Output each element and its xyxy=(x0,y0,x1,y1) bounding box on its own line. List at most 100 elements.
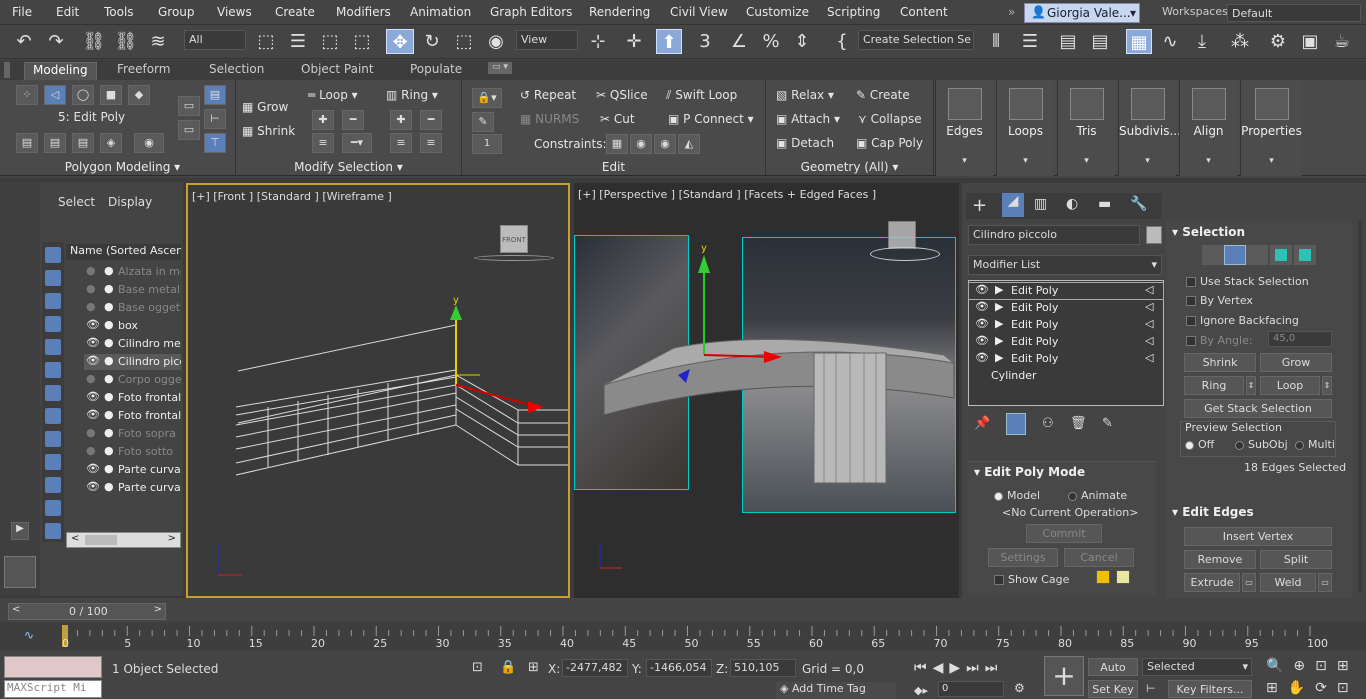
set-key-button[interactable]: Set Key xyxy=(1088,680,1138,698)
isolate-selection-icon[interactable]: ⊡ xyxy=(472,660,483,675)
menu-group[interactable]: Group xyxy=(158,5,195,19)
visibility-eye-icon[interactable]: ● xyxy=(86,264,96,277)
split-button[interactable]: Split xyxy=(1260,550,1332,569)
modifier-toggle-eye-icon[interactable]: 👁 xyxy=(975,300,989,313)
edit-poly-mode-title[interactable]: ▾ Edit Poly Mode xyxy=(974,465,1085,479)
menu-content[interactable]: Content xyxy=(900,5,948,19)
modifier-stack-item[interactable]: 👁 ▶ ◁ Edit Poly xyxy=(969,351,1163,367)
visibility-eye-icon[interactable]: 👁 xyxy=(86,318,100,331)
motion-panel-icon[interactable]: ◐ xyxy=(1066,196,1078,212)
time-next-icon[interactable]: > xyxy=(154,604,162,615)
redo-icon[interactable]: ↷ xyxy=(44,29,68,54)
display-panel-icon[interactable]: ▬ xyxy=(1098,196,1111,212)
undo-icon[interactable]: ↶ xyxy=(12,29,36,54)
edges-panel-button[interactable]: Edges ▾ xyxy=(935,80,993,176)
nurms-button[interactable]: ▦ NURMS xyxy=(520,112,579,126)
constraint-face-icon[interactable]: ◉ xyxy=(654,134,676,154)
menu-create[interactable]: Create xyxy=(275,5,315,19)
ring-mode-icon[interactable]: ≡ xyxy=(390,133,412,153)
border-level-icon[interactable] xyxy=(1246,245,1268,265)
ring-spinner-icon[interactable]: ⇕ xyxy=(1246,376,1256,395)
rendered-frame-window-icon[interactable]: ▣ xyxy=(1298,29,1322,54)
filter-containers-icon[interactable] xyxy=(45,454,61,470)
filter-cameras-icon[interactable] xyxy=(45,316,61,332)
select-object-icon[interactable]: ⬚ xyxy=(254,29,278,54)
ring-button[interactable]: ▥ Ring ▾ xyxy=(386,88,438,102)
tab-select[interactable]: Select xyxy=(58,195,95,209)
polygon-level-icon[interactable] xyxy=(1270,245,1292,265)
freeze-dot-icon[interactable]: ● xyxy=(104,462,114,475)
remove-button[interactable]: Remove xyxy=(1184,550,1256,569)
menu-scripting[interactable]: Scripting xyxy=(827,5,880,19)
utilities-panel-icon[interactable]: 🔧 xyxy=(1130,196,1147,212)
mirror-icon[interactable]: ⫴ xyxy=(984,29,1008,54)
filter-shapes-icon[interactable] xyxy=(45,270,61,286)
list-item[interactable]: ● ● Base metallo xyxy=(84,282,181,298)
polygon-icon[interactable]: ■ xyxy=(100,85,122,105)
selection-filter-dropdown[interactable]: All xyxy=(184,30,246,50)
show-end-result-icon[interactable] xyxy=(1006,413,1026,435)
preview-subobj-radio[interactable]: SubObj xyxy=(1235,438,1288,451)
visibility-eye-icon[interactable]: 👁 xyxy=(86,390,100,403)
set-key-big-icon[interactable]: + xyxy=(1044,656,1084,696)
select-rotate-icon[interactable]: ↻ xyxy=(420,29,444,54)
menu-edit[interactable]: Edit xyxy=(56,5,79,19)
edit-edges-title[interactable]: ▾ Edit Edges xyxy=(1172,505,1254,519)
make-planar-icon[interactable]: ▭ xyxy=(178,120,200,140)
freeze-dot-icon[interactable]: ● xyxy=(104,426,114,439)
filter-frozen-icon[interactable] xyxy=(45,477,61,493)
list-item[interactable]: ● ● Base oggett xyxy=(84,300,181,316)
loop-button[interactable]: Loop xyxy=(1260,376,1320,395)
constraint-none-icon[interactable]: ▦ xyxy=(606,134,628,154)
list-item[interactable]: 👁 ● Cilindro meta xyxy=(84,336,181,352)
model-radio[interactable]: Model xyxy=(994,489,1040,502)
vertex-level-icon[interactable] xyxy=(1202,245,1224,265)
swift-loop-button[interactable]: ⫽ Swift Loop xyxy=(666,88,737,103)
ribbon-options-icon[interactable]: ▭ ▾ xyxy=(488,62,512,74)
modifier-stack-item[interactable]: Cylinder xyxy=(969,368,1163,384)
align-panel-button[interactable]: Align ▾ xyxy=(1179,80,1237,176)
menu-file[interactable]: File xyxy=(12,5,32,19)
remove-modifier-icon[interactable]: 🗑 xyxy=(1070,416,1087,431)
constraint-normal-icon[interactable]: ◭ xyxy=(678,134,700,154)
visibility-eye-icon[interactable]: 👁 xyxy=(86,354,100,367)
filter-groups-icon[interactable] xyxy=(45,385,61,401)
expand-arrow-icon[interactable]: ▶ xyxy=(995,317,1003,330)
time-configuration-icon[interactable]: ⚙ xyxy=(1014,681,1025,695)
preserve-uvs-icon[interactable]: ▭ xyxy=(178,96,200,116)
loop-mode-icon[interactable]: ≡ xyxy=(312,133,334,153)
insert-vertex-button[interactable]: Insert Vertex xyxy=(1184,527,1332,546)
panel-scrollbar[interactable] xyxy=(1358,221,1362,591)
filter-spacewarps-icon[interactable] xyxy=(45,362,61,378)
by-vertex-checkbox[interactable]: By Vertex xyxy=(1186,294,1253,307)
current-frame-field[interactable]: 0 xyxy=(938,681,1004,697)
schematic-view-icon[interactable]: ⤓ xyxy=(1190,29,1214,54)
menu-animation[interactable]: Animation xyxy=(410,5,471,19)
render-production-icon[interactable]: ☕ xyxy=(1330,29,1354,54)
tab-selection[interactable]: Selection xyxy=(209,62,264,76)
visibility-eye-icon[interactable]: 👁 xyxy=(86,336,100,349)
key-filters-icon[interactable]: ⊢ xyxy=(1146,682,1156,695)
ignore-backfacing-icon[interactable]: ▤ xyxy=(204,85,226,105)
selection-lock-icon[interactable]: 🔒 xyxy=(500,660,516,675)
subdivision-panel-button[interactable]: Subdivis... ▾ xyxy=(1118,80,1181,176)
expand-arrow-icon[interactable]: ▶ xyxy=(995,283,1003,296)
grow-button[interactable]: ▦ Grow xyxy=(242,100,288,114)
workspaces-dropdown[interactable]: Default xyxy=(1227,4,1361,22)
freeze-dot-icon[interactable]: ● xyxy=(104,390,114,403)
list-item[interactable]: 👁 ● box xyxy=(84,318,181,334)
list-item[interactable]: ● ● Corpo ogge xyxy=(84,372,181,388)
align-icon[interactable]: ☰ xyxy=(1018,29,1042,54)
viewport-layout-icon[interactable] xyxy=(4,556,36,588)
ignore-backfacing-checkbox[interactable]: Ignore Backfacing xyxy=(1186,314,1299,327)
freeze-dot-icon[interactable]: ● xyxy=(104,408,114,421)
stack-icon[interactable]: ▤ xyxy=(44,133,66,153)
pin-stack-icon[interactable]: 📌 xyxy=(974,416,990,431)
polygon-modeling-title[interactable]: Polygon Modeling ▾ xyxy=(10,160,235,174)
freeze-dot-icon[interactable]: ● xyxy=(104,444,114,457)
menu-overflow-icon[interactable]: » xyxy=(1008,5,1015,19)
freeze-dot-icon[interactable]: ● xyxy=(104,372,114,385)
weld-button[interactable]: Weld xyxy=(1260,573,1316,592)
loop-spinner-icon[interactable]: ⇕ xyxy=(1322,376,1332,395)
rectangular-selection-icon[interactable]: ⬚ xyxy=(318,29,342,54)
